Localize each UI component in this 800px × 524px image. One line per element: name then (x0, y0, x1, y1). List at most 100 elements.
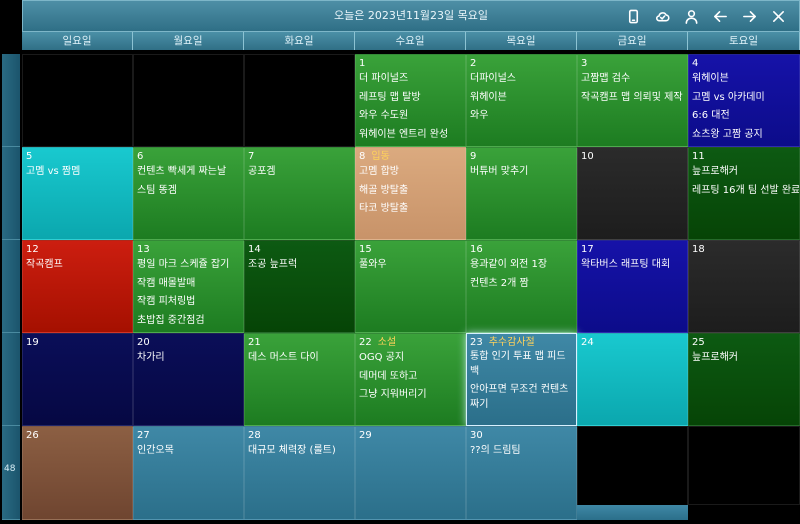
day-cell[interactable]: 18 (688, 240, 800, 333)
calendar-event[interactable]: 조공 늪프럭 (248, 256, 351, 275)
user-icon[interactable] (677, 1, 706, 31)
calendar-event[interactable]: 인간오목 (137, 442, 240, 461)
day-cell[interactable]: 30 ??의 드림팀 (466, 426, 577, 520)
calendar-event[interactable]: 작곡캠프 맵 의뢰및 제작 (581, 89, 684, 108)
calendar-event[interactable]: 작곡캠프 (26, 256, 129, 275)
day-cell[interactable]: 16 용과같이 외전 1장 컨텐츠 2개 짬 (466, 240, 577, 333)
calendar-event[interactable]: 더파이널스 (470, 70, 573, 89)
calendar-event[interactable]: 데스 머스트 다이 (248, 349, 351, 368)
day-cell[interactable]: 23 추수감사절 통합 인기 투표 맵 피드백 안아프면 무조건 컨텐츠 짜기 (466, 333, 577, 426)
day-cell[interactable]: 26 (22, 426, 133, 520)
day-number-text: 20 (137, 337, 150, 348)
calendar-event[interactable]: 그냥 지워버리기 (359, 386, 462, 405)
calendar-event[interactable]: 버튜버 맞추기 (470, 163, 573, 182)
day-cell[interactable]: 24 (577, 333, 688, 426)
calendar-event[interactable]: 안아프면 무조건 컨텐츠 짜기 (470, 382, 573, 412)
empty-day-cell[interactable] (688, 426, 800, 505)
day-number-text: 3 (581, 58, 588, 69)
calendar-event[interactable]: 고멤 vs 아카데미 (692, 89, 796, 108)
cloud-check-icon[interactable] (648, 1, 677, 31)
day-number: 27 (137, 429, 240, 442)
day-cell[interactable]: 10 (577, 147, 688, 240)
calendar-event[interactable]: 6:6 대전 (692, 107, 796, 126)
day-number-text: 26 (26, 430, 39, 441)
calendar-event[interactable]: 늪프로해커 (692, 349, 796, 368)
calendar-event[interactable]: OGQ 공지 (359, 349, 462, 368)
calendar-event[interactable]: 용과같이 외전 1장 (470, 256, 573, 275)
calendar-event[interactable]: 초밥집 중간점검 (137, 312, 240, 331)
day-number: 28 (248, 429, 351, 442)
calendar-event[interactable]: 데머데 또하고 (359, 368, 462, 387)
calendar-event[interactable]: 작캠 매몰발매 (137, 275, 240, 294)
day-cell[interactable]: 27 인간오목 (133, 426, 244, 520)
calendar-event[interactable]: 레프팅 맵 탈방 (359, 89, 462, 108)
day-cell[interactable]: 20 차가리 (133, 333, 244, 426)
day-cell[interactable]: 29 (355, 426, 466, 520)
day-cell[interactable]: 13 평일 마크 스케쥴 잡기 작캠 매몰발매 작캠 피처링법 초밥집 중간점검 (133, 240, 244, 333)
calendar-event[interactable]: 워헤이븐 (470, 89, 573, 108)
calendar-event[interactable]: 레프팅 16개 팀 선발 완료 (692, 182, 799, 201)
calendar-event[interactable]: ??의 드림팀 (470, 442, 573, 461)
calendar-event[interactable]: 컨텐츠 빡세게 짜는날 (137, 163, 240, 182)
calendar-event[interactable]: 늪프로해커 (692, 163, 796, 182)
day-number: 6 (137, 150, 240, 163)
day-cell[interactable]: 19 (22, 333, 133, 426)
week-number-label: 48 (4, 464, 16, 474)
calendar-event[interactable]: 타코 방탈출 (359, 200, 462, 219)
calendar-event[interactable]: 스팀 똥겜 (137, 182, 240, 201)
calendar-event[interactable]: 작캠 피처링법 (137, 293, 240, 312)
close-icon[interactable] (764, 1, 793, 31)
calendar-event[interactable]: 통합 인기 투표 맵 피드백 (470, 349, 573, 379)
day-number: 15 (359, 243, 462, 256)
empty-day-cell[interactable] (22, 54, 133, 147)
day-number: 1 (359, 57, 462, 70)
day-cell[interactable]: 7 공포겜 (244, 147, 355, 240)
day-cell[interactable]: 6 컨텐츠 빡세게 짜는날 스팀 똥겜 (133, 147, 244, 240)
day-number-text: 5 (26, 151, 33, 162)
day-cell[interactable]: 12 작곡캠프 (22, 240, 133, 333)
title-bar: 오늘은 2023년11월23일 목요일 (22, 0, 800, 32)
calendar-event[interactable]: 와우 (470, 107, 573, 126)
calendar-event[interactable]: 컨텐츠 2개 짬 (470, 275, 573, 294)
weekday-saturday: 토요일 (688, 32, 800, 50)
day-cell[interactable]: 21 데스 머스트 다이 (244, 333, 355, 426)
calendar-event[interactable]: 차가리 (137, 349, 240, 368)
day-cell[interactable]: 5 고멤 vs 짬멤 (22, 147, 133, 240)
calendar-event[interactable]: 더 파이널즈 (359, 70, 462, 89)
day-cell[interactable]: 17 왁타버스 래프팅 대회 (577, 240, 688, 333)
calendar-event[interactable]: 풀와우 (359, 256, 462, 275)
arrow-left-icon[interactable] (706, 1, 735, 31)
day-number-text: 16 (470, 244, 483, 255)
day-cell[interactable]: 1더 파이널즈 레프팅 맵 탈방 와우 수도원 워헤이븐 엔트리 완성 (355, 54, 466, 147)
day-cell[interactable]: 2 더파이널스 워헤이븐 와우 (466, 54, 577, 147)
calendar-event[interactable]: 대규모 체력장 (룰트) (248, 442, 351, 461)
arrow-right-icon[interactable] (735, 1, 764, 31)
empty-day-cell[interactable] (244, 54, 355, 147)
week-row-marker (2, 147, 20, 240)
day-cell[interactable]: 22 소설 OGQ 공지 데머데 또하고 그냥 지워버리기 (355, 333, 466, 426)
calendar-event[interactable]: 공포겜 (248, 163, 351, 182)
calendar-event[interactable]: 고멤 합방 (359, 163, 462, 182)
day-cell[interactable]: 15 풀와우 (355, 240, 466, 333)
day-cell[interactable]: 3 고짬맵 검수 작곡캠프 맵 의뢰및 제작 (577, 54, 688, 147)
day-number: 11 (692, 150, 796, 163)
day-cell[interactable]: 25 늪프로해커 (688, 333, 800, 426)
calendar-event[interactable]: 해골 방탈출 (359, 182, 462, 201)
day-cell[interactable]: 8 입동 고멤 합방 해골 방탈출 타코 방탈출 (355, 147, 466, 240)
calendar-event[interactable]: 고멤 vs 짬멤 (26, 163, 129, 182)
day-cell[interactable]: 14 조공 늪프럭 (244, 240, 355, 333)
calendar-event[interactable]: 평일 마크 스케쥴 잡기 (137, 256, 240, 275)
calendar-event[interactable]: 워헤이븐 엔트리 완성 (359, 126, 462, 145)
calendar-event[interactable]: 고짬맵 검수 (581, 70, 684, 89)
calendar-event[interactable]: 와우 수도원 (359, 107, 462, 126)
day-cell[interactable]: 28 대규모 체력장 (룰트) (244, 426, 355, 520)
calendar-event[interactable]: 워헤이븐 (692, 70, 796, 89)
empty-day-cell[interactable] (133, 54, 244, 147)
calendar-event[interactable]: 왁타버스 래프팅 대회 (581, 256, 684, 275)
day-cell[interactable]: 4 워헤이븐 고멤 vs 아카데미 6:6 대전 쇼츠왕 고짬 공지 (688, 54, 800, 147)
empty-day-cell[interactable] (577, 426, 688, 505)
phone-icon[interactable] (619, 1, 648, 31)
calendar-event[interactable]: 쇼츠왕 고짬 공지 (692, 126, 796, 145)
day-cell[interactable]: 9 버튜버 맞추기 (466, 147, 577, 240)
day-cell[interactable]: 11 늪프로해커 레프팅 16개 팀 선발 완료 (688, 147, 800, 240)
